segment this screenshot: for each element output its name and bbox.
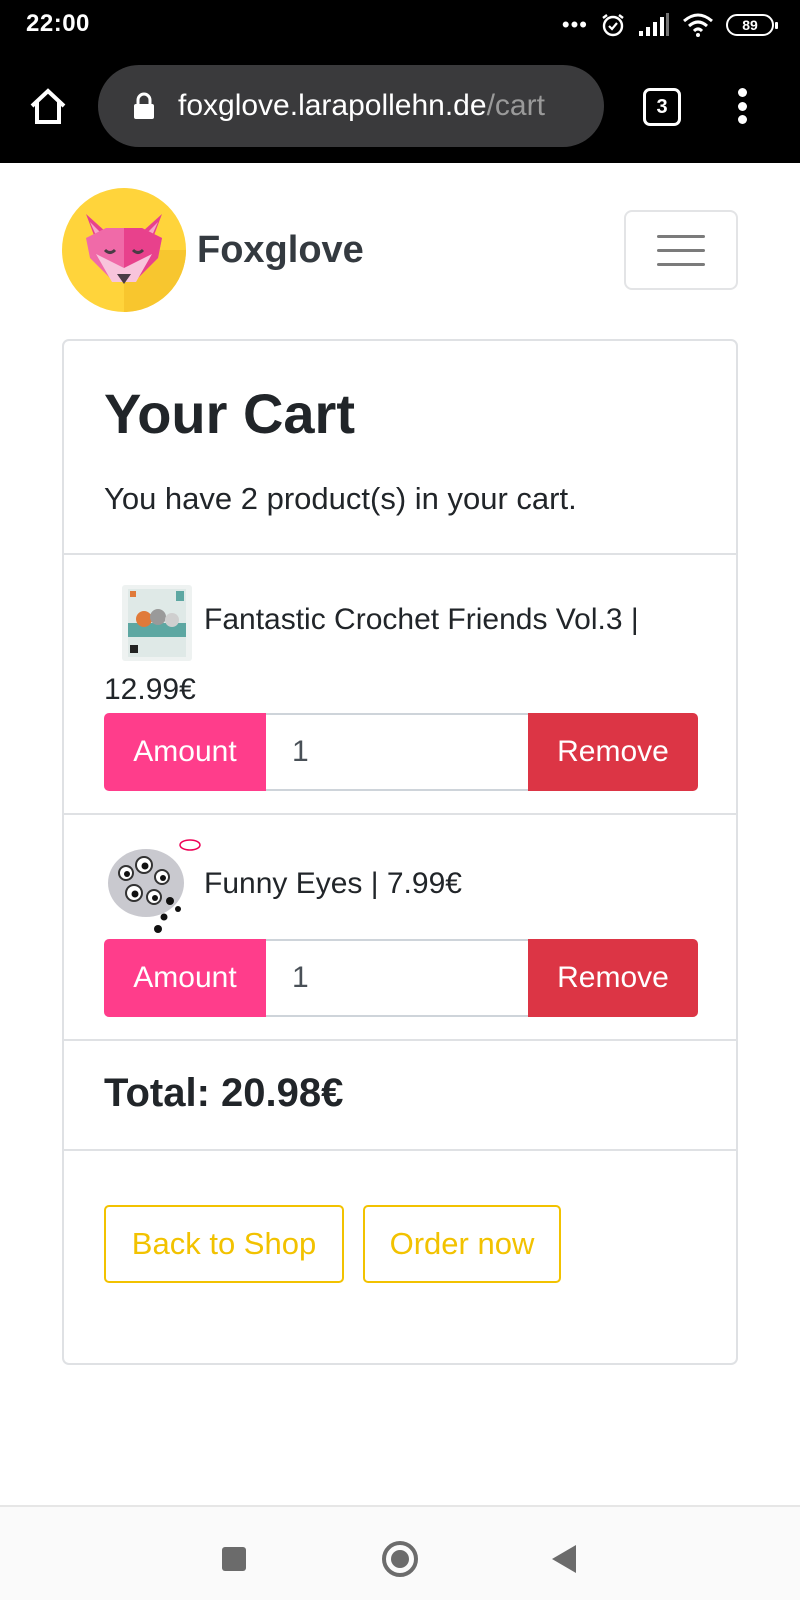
- back-to-shop-button[interactable]: Back to Shop: [104, 1205, 344, 1283]
- cart-card: Your Cart You have 2 product(s) in your …: [62, 339, 738, 1365]
- cart-item: Fantastic Crochet Friends Vol.3 | 12.99€…: [64, 555, 736, 813]
- product-thumbnail-crochet-book[interactable]: [122, 585, 192, 661]
- battery-level: 89: [742, 17, 758, 33]
- system-nav-bar: [0, 1505, 800, 1600]
- page-title: Your Cart: [104, 382, 355, 445]
- address-row: foxglove.larapollehn.de/cart 3: [0, 60, 800, 152]
- quantity-input-group: Amount Remove: [104, 939, 698, 1017]
- site-navbar: Foxglove: [62, 188, 738, 312]
- fox-logo-icon: [62, 188, 186, 312]
- quantity-input[interactable]: [266, 713, 528, 791]
- back-icon[interactable]: [552, 1545, 576, 1573]
- remove-button[interactable]: Remove: [528, 939, 698, 1017]
- browser-home-button[interactable]: [22, 82, 74, 130]
- hamburger-icon[interactable]: [624, 210, 738, 290]
- battery-indicator: 89: [726, 14, 778, 36]
- order-now-button[interactable]: Order now: [363, 1205, 561, 1283]
- url-path: /cart: [486, 89, 545, 122]
- more-vert-icon[interactable]: [730, 82, 754, 130]
- brand-link[interactable]: Foxglove: [62, 188, 364, 312]
- quantity-input[interactable]: [266, 939, 528, 1017]
- recent-apps-icon[interactable]: [222, 1547, 246, 1571]
- brand-name: Foxglove: [197, 228, 364, 271]
- browser-chrome: 22:00 ••• 89 foxglove.larapollehn.de/car…: [0, 0, 800, 163]
- status-bar: 22:00 ••• 89: [0, 0, 800, 50]
- cart-item: Funny Eyes | 7.99€ Amount Remove: [64, 815, 736, 1039]
- cart-total: Total: 20.98€: [104, 1071, 344, 1115]
- divider: [64, 1039, 736, 1041]
- system-home-icon[interactable]: [382, 1541, 418, 1577]
- url-bar[interactable]: foxglove.larapollehn.de/cart: [98, 65, 604, 147]
- home-icon: [30, 88, 66, 124]
- divider: [64, 1149, 736, 1151]
- alarm-icon: [602, 14, 624, 37]
- amount-label: Amount: [104, 713, 266, 791]
- status-icons: ••• 89: [561, 10, 778, 40]
- product-thumbnail-funny-eyes[interactable]: [104, 837, 204, 937]
- product-price: 12.99€: [104, 673, 196, 706]
- product-name-price: Fantastic Crochet Friends Vol.3 |: [204, 603, 639, 636]
- wifi-icon: [683, 13, 713, 37]
- signal-icon: [639, 13, 669, 36]
- cart-count-text: You have 2 product(s) in your cart.: [104, 481, 577, 516]
- notification-dots: •••: [561, 12, 588, 37]
- product-name-price: Funny Eyes | 7.99€: [204, 867, 462, 900]
- tabs-button[interactable]: 3: [643, 88, 681, 126]
- remove-button[interactable]: Remove: [528, 713, 698, 791]
- status-time: 22:00: [26, 10, 90, 37]
- url-text: foxglove.larapollehn.de/cart: [178, 89, 545, 123]
- url-host: foxglove.larapollehn.de: [178, 89, 487, 122]
- quantity-input-group: Amount Remove: [104, 713, 698, 791]
- tab-count: 3: [656, 95, 668, 118]
- lock-icon: [134, 92, 154, 119]
- amount-label: Amount: [104, 939, 266, 1017]
